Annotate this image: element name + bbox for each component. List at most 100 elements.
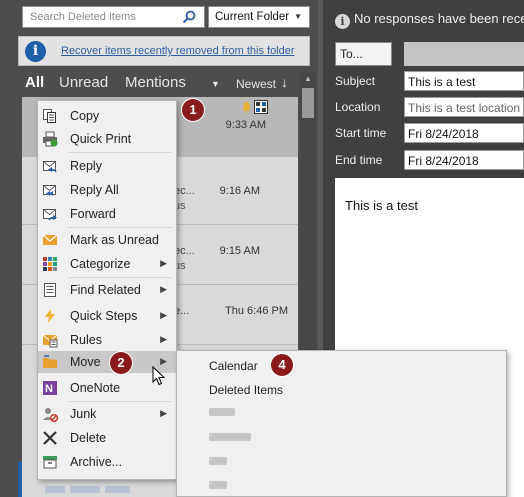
search-scope-label: Current Folder — [215, 11, 290, 23]
menu-item-label: Categorize — [70, 257, 131, 271]
location-field[interactable]: This is a test location — [404, 97, 524, 117]
delete-icon — [42, 430, 58, 446]
sort-direction-icon[interactable]: ↓ — [281, 74, 288, 90]
menu-item-junk[interactable]: Junk ▶ — [38, 403, 176, 425]
move-submenu: Calendar Deleted Items — [176, 350, 507, 497]
message-body-text: This is a test — [345, 198, 418, 213]
menu-item-label: Archive... — [70, 455, 123, 469]
end-time-label: End time — [335, 153, 383, 167]
menu-separator — [68, 401, 172, 402]
menu-item-forward[interactable]: Forward — [38, 203, 176, 225]
folder-icon — [42, 354, 58, 370]
menu-item-label: OneNote — [70, 381, 121, 395]
filter-all[interactable]: All — [25, 74, 44, 91]
menu-item-label: Quick Steps — [70, 309, 138, 323]
menu-item-reply-all[interactable]: Reply All — [38, 179, 176, 201]
categorize-icon — [42, 256, 58, 272]
meeting-icon — [254, 100, 268, 117]
blurred-text — [105, 486, 130, 493]
junk-icon — [42, 406, 59, 423]
menu-item-label: Reply — [70, 159, 102, 173]
submenu-item-deleted-items[interactable]: Deleted Items — [209, 383, 283, 397]
filter-dropdown-icon[interactable]: ▼ — [211, 79, 220, 89]
menu-item-copy[interactable]: Copy — [38, 105, 176, 127]
find-related-icon — [42, 282, 58, 298]
scroll-up-icon[interactable]: ▲ — [300, 72, 316, 86]
sort-newest[interactable]: Newest — [236, 77, 276, 91]
end-time-field[interactable]: Fri 8/24/2018 — [404, 150, 524, 170]
menu-item-label: Forward — [70, 207, 116, 221]
menu-separator — [68, 227, 172, 228]
subject-field[interactable]: This is a test — [404, 71, 524, 91]
menu-item-label: Mark as Unread — [70, 233, 159, 247]
menu-item-label: Delete — [70, 431, 107, 445]
context-menu: Copy Quick Print Reply Reply All Forward… — [37, 100, 177, 480]
menu-item-find-related[interactable]: Find Related ▶ — [38, 279, 176, 301]
message-time: 9:16 AM — [219, 185, 260, 197]
archive-icon — [42, 454, 58, 470]
start-time-field[interactable]: Fri 8/24/2018 — [404, 123, 524, 143]
menu-item-label: Move — [70, 355, 101, 369]
menu-item-rules[interactable]: Rules ▶ — [38, 329, 176, 351]
menu-item-quick-steps[interactable]: Quick Steps ▶ — [38, 305, 176, 327]
menu-item-mark-as-unread[interactable]: Mark as Unread — [38, 229, 176, 251]
menu-item-label: Copy — [70, 109, 100, 123]
search-icon[interactable] — [182, 10, 196, 27]
quick-print-icon — [42, 131, 58, 147]
envelope-icon — [42, 232, 58, 248]
filter-unread[interactable]: Unread — [59, 74, 108, 91]
submenu-arrow-icon: ▶ — [160, 408, 167, 418]
menu-item-label: Reply All — [70, 183, 119, 197]
menu-item-label: Find Related — [70, 283, 141, 297]
submenu-arrow-icon: ▶ — [160, 258, 167, 268]
copy-icon — [42, 108, 58, 124]
bell-icon — [241, 101, 252, 116]
selection-indicator — [18, 462, 22, 497]
svg-text:N: N — [45, 383, 53, 395]
menu-item-quick-print[interactable]: Quick Print — [38, 128, 176, 150]
message-time: 9:15 AM — [219, 245, 260, 257]
menu-item-categorize[interactable]: Categorize ▶ — [38, 253, 176, 275]
menu-item-label: Rules — [70, 333, 102, 347]
menu-item-label: Quick Print — [70, 132, 132, 146]
search-scope-dropdown[interactable]: Current Folder ▼ — [208, 6, 310, 28]
search-placeholder: Search Deleted Items — [30, 11, 136, 23]
to-button[interactable]: To... — [335, 42, 392, 66]
submenu-item-calendar[interactable]: Calendar — [209, 359, 258, 373]
info-icon: i — [335, 14, 350, 29]
mouse-cursor-icon — [152, 365, 166, 389]
message-time: 9:33 AM — [225, 119, 266, 131]
menu-item-label: Junk — [70, 407, 97, 421]
blurred-text — [70, 486, 100, 493]
blurred-folder-item[interactable] — [209, 433, 251, 441]
responses-text: No responses have been receive — [354, 11, 524, 26]
chevron-down-icon: ▼ — [294, 12, 302, 21]
recover-items-bar: i Recover items recently removed from th… — [18, 36, 310, 66]
submenu-arrow-icon: ▶ — [160, 334, 167, 344]
submenu-arrow-icon: ▶ — [160, 310, 167, 320]
search-input[interactable]: Search Deleted Items — [22, 6, 205, 28]
step-badge-2: 2 — [110, 352, 132, 374]
menu-item-delete[interactable]: Delete — [38, 427, 176, 449]
blurred-text — [45, 486, 65, 493]
blurred-folder-item[interactable] — [209, 408, 235, 416]
menu-separator — [68, 152, 172, 153]
filter-mentions[interactable]: Mentions — [125, 74, 186, 91]
blurred-folder-item[interactable] — [209, 457, 227, 465]
lightning-icon — [42, 308, 58, 324]
step-badge-1: 1 — [182, 99, 204, 121]
reply-icon — [42, 158, 58, 174]
step-badge-4: 4 — [271, 354, 293, 376]
scroll-thumb[interactable] — [302, 88, 314, 118]
to-field[interactable] — [404, 42, 524, 66]
blurred-folder-item[interactable] — [209, 481, 227, 489]
rules-icon — [42, 332, 58, 348]
subject-label: Subject — [335, 74, 376, 88]
responses-notice: i No responses have been receive — [335, 11, 524, 29]
menu-item-archive[interactable]: Archive... — [38, 451, 176, 473]
message-snippet: ec... — [174, 245, 195, 257]
recover-items-link[interactable]: Recover items recently removed from this… — [61, 45, 295, 57]
location-label: Location — [335, 100, 381, 114]
onenote-icon: N — [42, 380, 58, 396]
menu-item-reply[interactable]: Reply — [38, 155, 176, 177]
